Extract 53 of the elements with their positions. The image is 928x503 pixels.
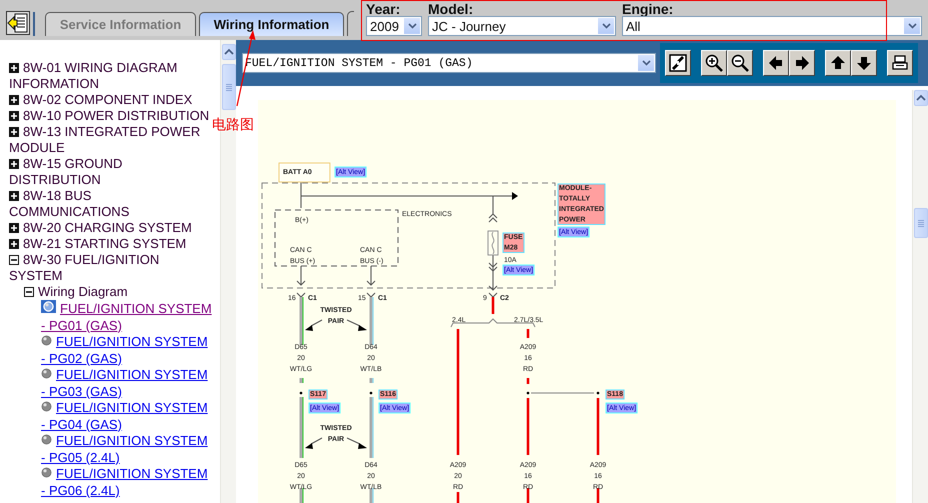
filter-select[interactable]: JC - Journey: [428, 16, 616, 36]
tree-item[interactable]: 8W-20 CHARGING SYSTEM: [9, 220, 212, 236]
arrow-down-button[interactable]: [851, 50, 877, 76]
expand-icon[interactable]: [9, 239, 19, 249]
expand-icon[interactable]: [9, 127, 19, 137]
filter-select[interactable]: 2009: [366, 16, 422, 36]
fit-to-window-button[interactable]: [665, 50, 691, 76]
page-select[interactable]: FUEL/IGNITION SYSTEM - PG01 (GAS): [242, 53, 656, 73]
diagram-page-link[interactable]: FUEL/IGNITION SYSTEM - PG04 (GAS): [41, 400, 212, 433]
arrow-left-button[interactable]: [763, 50, 789, 76]
zoom-out-button[interactable]: [727, 50, 753, 76]
zoom-in-icon: [704, 53, 724, 73]
filter-label: Engine:: [622, 2, 674, 16]
tab[interactable]: Wiring Information: [199, 12, 344, 36]
tree-item[interactable]: 8W-10 POWER DISTRIBUTION: [9, 108, 212, 124]
filter-label: Year:: [366, 2, 402, 16]
scroll-thumb[interactable]: [914, 208, 928, 238]
tree-item[interactable]: 8W-13 INTEGRATED POWER MODULE: [9, 124, 212, 156]
diagram-page-link[interactable]: FUEL/IGNITION SYSTEM - PG02 (GAS): [41, 334, 212, 367]
collapse-icon[interactable]: [9, 255, 19, 265]
diagram-page-link[interactable]: FUEL/IGNITION SYSTEM - PG06 (2.4L): [41, 466, 212, 499]
expand-icon[interactable]: [9, 191, 19, 201]
arrow-up-button[interactable]: [825, 50, 851, 76]
arrow-right-button[interactable]: [789, 50, 815, 76]
filter-label: Model:: [428, 2, 474, 16]
scroll-up-button[interactable]: [914, 90, 928, 106]
grip-icon: [226, 84, 232, 90]
filter-select[interactable]: All: [622, 16, 922, 36]
fit-to-window-icon: [668, 53, 688, 73]
print-button[interactable]: [887, 50, 913, 76]
zoom-in-button[interactable]: [701, 50, 727, 76]
expand-icon[interactable]: [9, 111, 19, 121]
collapse-icon[interactable]: [24, 287, 34, 297]
tree-item[interactable]: 8W-21 STARTING SYSTEM: [9, 236, 212, 252]
tree-item[interactable]: Wiring Diagram: [24, 284, 212, 300]
panel-toggle-icon[interactable]: [6, 11, 30, 35]
tree-item[interactable]: 8W-02 COMPONENT INDEX: [9, 92, 212, 108]
scroll-thumb[interactable]: [222, 64, 236, 110]
tree-item[interactable]: 8W-18 BUS COMMUNICATIONS: [9, 188, 212, 220]
expand-icon[interactable]: [9, 223, 19, 233]
zoom-out-icon: [730, 53, 750, 73]
tree-item[interactable]: 8W-15 GROUND DISTRIBUTION: [9, 156, 212, 188]
tree-item[interactable]: 8W-01 WIRING DIAGRAM INFORMATION: [9, 60, 212, 92]
annotation-text: 电路图: [212, 117, 254, 133]
expand-icon[interactable]: [9, 159, 19, 169]
diagram-page-link[interactable]: FUEL/IGNITION SYSTEM - PG05 (2.4L): [41, 433, 212, 466]
expand-icon[interactable]: [9, 95, 19, 105]
grip-icon: [918, 220, 924, 226]
diagram-page-link[interactable]: FUEL/IGNITION SYSTEM - PG03 (GAS): [41, 367, 212, 400]
expand-icon[interactable]: [9, 63, 19, 73]
diagram-page-link[interactable]: FUEL/IGNITION SYSTEM - PG01 (GAS): [41, 300, 212, 334]
scroll-up-button[interactable]: [222, 44, 236, 60]
tree-item[interactable]: 8W-30 FUEL/IGNITION SYSTEM: [9, 252, 212, 284]
